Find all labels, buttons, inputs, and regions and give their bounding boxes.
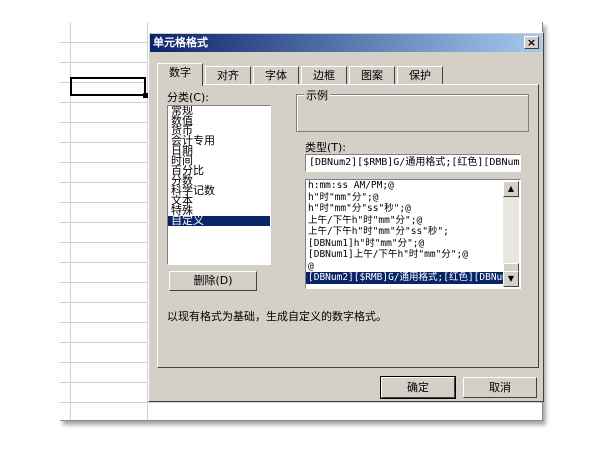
scroll-up-button[interactable]: ▲ <box>503 181 519 197</box>
format-list-item[interactable]: [DBNum1]h"时"mm"分";@ <box>306 238 504 250</box>
dialog-title-bar[interactable]: 单元格格式 × <box>150 34 542 52</box>
format-list[interactable]: h:mm:ss AM/PM;@ h"时"mm"分";@ h"时"mm"分"ss"… <box>305 179 521 289</box>
scroll-down-icon: ▼ <box>507 274 515 283</box>
sample-label: 示例 <box>304 87 330 103</box>
tab-number[interactable]: 数字 <box>157 63 203 86</box>
tab-patterns[interactable]: 图案 <box>349 66 395 84</box>
scroll-up-icon: ▲ <box>507 184 515 193</box>
format-cells-dialog: 单元格格式 × 数字 对齐 字体 边框 图案 保护 分类(C): 常规 数值 货… <box>148 32 544 402</box>
dialog-title: 单元格格式 <box>153 36 208 49</box>
format-list-item[interactable]: h:mm:ss AM/PM;@ <box>306 180 504 192</box>
format-list-item[interactable]: 上午/下午h"时"mm"分"ss"秒"; <box>306 226 504 238</box>
tab-alignment[interactable]: 对齐 <box>205 66 251 84</box>
format-description: 以现有格式为基础，生成自定义的数字格式。 <box>167 310 387 323</box>
type-input[interactable]: [DBNum2][$RMB]G/通用格式;[红色][DBNum2] <box>305 154 521 172</box>
cancel-button[interactable]: 取消 <box>463 377 537 398</box>
format-list-item[interactable]: 上午/下午h"时"mm"分";@ <box>306 215 504 227</box>
tab-protection[interactable]: 保护 <box>397 66 443 84</box>
close-icon: × <box>526 36 537 49</box>
format-list-item[interactable]: h"时"mm"分"ss"秒";@ <box>306 203 504 215</box>
format-list-item[interactable]: @ <box>306 261 504 273</box>
close-button[interactable]: × <box>524 36 539 49</box>
scroll-down-button[interactable]: ▼ <box>503 271 519 287</box>
type-label: 类型(T): <box>305 141 347 154</box>
format-list-item[interactable]: h"时"mm"分";@ <box>306 192 504 204</box>
category-list[interactable]: 常规 数值 货币 会计专用 日期 时间 百分比 分数 科学记数 文本 特殊 自定… <box>167 105 271 265</box>
category-item-selected[interactable]: 自定义 <box>168 215 270 226</box>
ok-button[interactable]: 确定 <box>380 376 456 399</box>
tab-border[interactable]: 边框 <box>301 66 347 84</box>
delete-button[interactable]: 删除(D) <box>169 271 257 291</box>
format-list-scrollbar[interactable]: ▲ ▼ <box>503 181 519 287</box>
format-list-item[interactable]: [DBNum1]上午/下午h"时"mm"分";@ <box>306 249 504 261</box>
format-list-item-selected[interactable]: [DBNum2][$RMB]G/通用格式;[红色][DBNum2] <box>306 272 504 284</box>
active-cell[interactable] <box>70 77 146 96</box>
sample-groupbox <box>296 94 529 132</box>
category-label: 分类(C): <box>167 91 209 104</box>
tab-font[interactable]: 字体 <box>253 66 299 84</box>
